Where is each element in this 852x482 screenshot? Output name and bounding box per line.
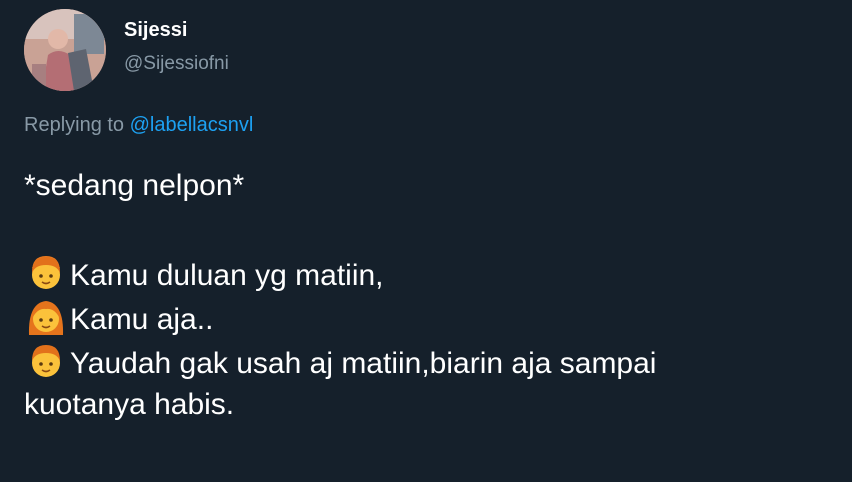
tweet-line-2-row: Kamu duluan yg matiin, <box>24 251 834 295</box>
avatar[interactable] <box>24 9 106 91</box>
boy-emoji-icon <box>32 256 60 289</box>
profile-photo-icon <box>24 9 106 91</box>
tweet-line-3-row: Kamu aja.. <box>24 295 834 339</box>
girl-emoji-icon <box>28 301 64 335</box>
tweet-line-4-row: Yaudah gak usah aj matiin,biarin aja sam… <box>24 339 834 383</box>
boy-emoji-icon <box>32 345 60 377</box>
tweet-line-1: *sedang nelpon* <box>24 169 245 202</box>
replying-to: Replying to @labellacsnvl <box>24 112 253 138</box>
replying-to-mention-link[interactable]: @labellacsnvl <box>130 114 254 136</box>
tweet-line-4: Yaudah gak usah aj matiin,biarin aja sam… <box>70 347 657 380</box>
tweet-line-2: Kamu duluan yg matiin, <box>70 259 384 292</box>
replying-to-label: Replying to <box>24 114 125 136</box>
tweet-text: *sedang nelpon* Kamu duluan yg matiin, K… <box>24 164 834 427</box>
tweet-line-3: Kamu aja.. <box>70 303 214 336</box>
tweet-line-5: kuotanya habis. <box>24 388 235 421</box>
display-name[interactable]: Sijessi <box>124 18 187 42</box>
user-handle[interactable]: @Sijessiofni <box>124 52 229 76</box>
